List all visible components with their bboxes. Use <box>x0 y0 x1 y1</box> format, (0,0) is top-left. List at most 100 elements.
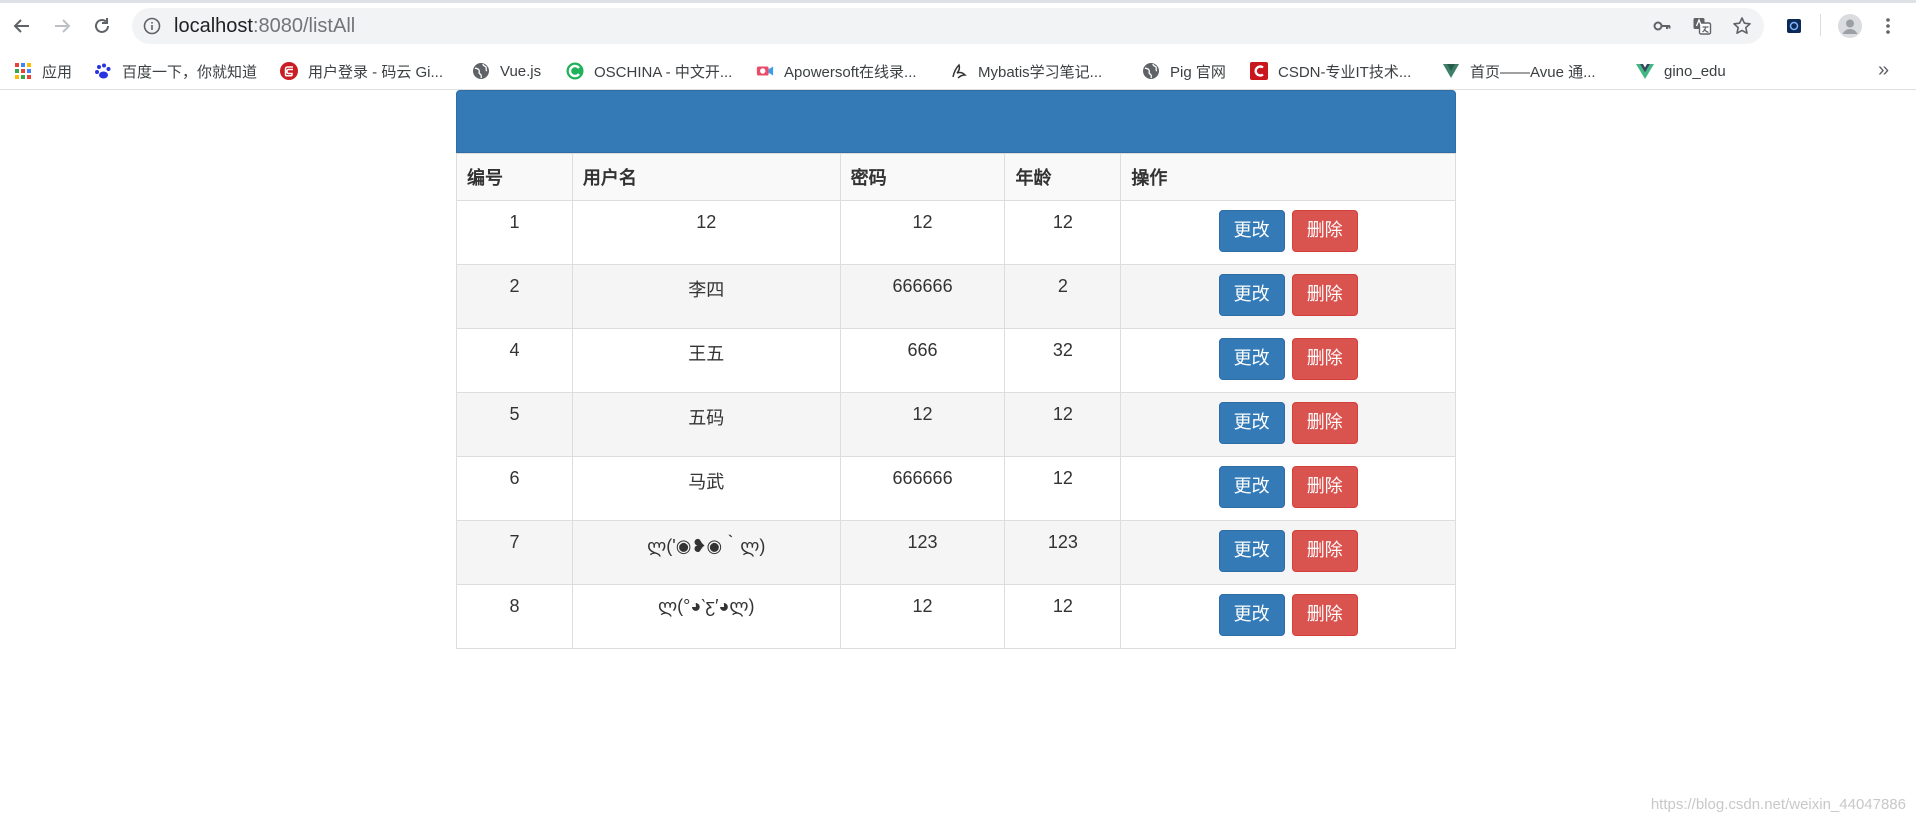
edit-button[interactable]: 更改 <box>1218 274 1285 316</box>
bookmark-gino-edu[interactable]: gino_edu <box>1636 52 1726 90</box>
bookmark-label: 应用 <box>42 63 73 81</box>
reload-button[interactable] <box>88 12 116 40</box>
bookmark-label: Apowersoft在线录... <box>784 63 917 81</box>
oschina-icon <box>566 62 584 80</box>
toolbar-separator <box>1820 14 1821 36</box>
bookmark-pig[interactable]: Pig 官网 <box>1142 52 1226 90</box>
bookmark-label: OSCHINA - 中文开... <box>594 63 733 81</box>
table-row: 4 王五 666 32 更改 删除 <box>456 328 1456 393</box>
cell-username: 12 <box>571 200 841 265</box>
delete-button[interactable]: 删除 <box>1291 530 1358 572</box>
translate-icon[interactable] <box>1692 16 1712 36</box>
edit-button[interactable]: 更改 <box>1218 466 1285 508</box>
cell-id: 8 <box>456 584 573 649</box>
delete-button[interactable]: 删除 <box>1291 402 1358 444</box>
bookmark-oschina[interactable]: OSCHINA - 中文开... <box>566 52 732 90</box>
profile-avatar-button[interactable] <box>1836 12 1864 40</box>
bookmark-label: 用户登录 - 码云 Gi... <box>308 63 444 81</box>
table-header-row: 编号 用户名 密码 年龄 操作 <box>456 153 1456 201</box>
bookmark-label: CSDN-专业IT技术... <box>1278 63 1412 81</box>
cell-age: 12 <box>1004 392 1122 457</box>
cell-username: 马武 <box>571 456 841 521</box>
cell-password: 12 <box>839 392 1006 457</box>
url-text[interactable]: localhost:8080/listAll <box>174 8 355 44</box>
cell-age: 12 <box>1004 200 1122 265</box>
cell-id: 4 <box>456 328 573 393</box>
table-row: 6 马武 666666 12 更改 删除 <box>456 456 1456 521</box>
csdn-icon <box>1250 62 1268 80</box>
extension-button[interactable] <box>1780 12 1808 40</box>
table-row: 2 李四 666666 2 更改 删除 <box>456 264 1456 329</box>
cell-age: 123 <box>1004 520 1122 585</box>
bookmark-mybatis[interactable]: Mybatis学习笔记... <box>950 52 1102 90</box>
delete-button[interactable]: 删除 <box>1291 466 1358 508</box>
avue-icon <box>1442 62 1460 80</box>
cell-age: 12 <box>1004 584 1122 649</box>
edit-button[interactable]: 更改 <box>1218 530 1285 572</box>
bookmark-apowersoft[interactable]: Apowersoft在线录... <box>756 52 917 90</box>
bookmark-label: Pig 官网 <box>1170 63 1226 81</box>
bookmark-label: 首页——Avue 通... <box>1470 63 1596 81</box>
cell-age: 32 <box>1004 328 1122 393</box>
column-header-age: 年龄 <box>1004 153 1122 201</box>
cell-password: 666666 <box>839 264 1006 329</box>
watermark: https://blog.csdn.net/weixin_44047886 <box>1650 796 1906 813</box>
bookmarks-overflow-chevron-icon[interactable]: » <box>1878 52 1889 90</box>
info-icon[interactable] <box>142 16 162 36</box>
bookmarks-bar: 应用 百度一下，你就知道 用户登录 - 码云 Gi... Vue.js OSCH… <box>0 52 1916 90</box>
mybatis-bird-icon <box>950 62 968 80</box>
delete-button[interactable]: 删除 <box>1291 210 1358 252</box>
browser-toolbar: localhost:8080/listAll <box>0 0 1916 52</box>
bookmark-vuejs[interactable]: Vue.js <box>472 52 541 90</box>
delete-button[interactable]: 删除 <box>1291 594 1358 636</box>
url-path: :8080/listAll <box>252 15 356 37</box>
cell-username: 李四 <box>571 264 841 329</box>
cell-actions: 更改 删除 <box>1120 392 1456 457</box>
edit-button[interactable]: 更改 <box>1218 402 1285 444</box>
bookmark-apps[interactable]: 应用 <box>14 52 72 90</box>
password-key-icon[interactable] <box>1652 16 1672 36</box>
baidu-paw-icon <box>94 62 112 80</box>
bookmark-csdn[interactable]: CSDN-专业IT技术... <box>1250 52 1411 90</box>
cell-actions: 更改 删除 <box>1120 328 1456 393</box>
cell-password: 12 <box>839 584 1006 649</box>
column-header-id: 编号 <box>456 153 573 201</box>
edit-button[interactable]: 更改 <box>1218 210 1285 252</box>
cell-id: 2 <box>456 264 573 329</box>
bookmark-label: Vue.js <box>500 62 542 80</box>
edit-button[interactable]: 更改 <box>1218 594 1285 636</box>
cell-username: ლ(°◕‵ƹ′◕ლ) <box>571 584 841 649</box>
forward-button[interactable] <box>48 12 76 40</box>
user-table: 编号 用户名 密码 年龄 操作 1 12 12 12 更改 删除 2 李四 66… <box>456 153 1456 649</box>
delete-button[interactable]: 删除 <box>1291 338 1358 380</box>
delete-button[interactable]: 删除 <box>1291 274 1358 316</box>
bookmark-baidu[interactable]: 百度一下，你就知道 <box>94 52 257 90</box>
column-header-password: 密码 <box>839 153 1006 201</box>
vue-logo-icon <box>1636 62 1654 80</box>
table-row: 8 ლ(°◕‵ƹ′◕ლ) 12 12 更改 删除 <box>456 584 1456 649</box>
star-bookmark-icon[interactable] <box>1732 16 1752 36</box>
more-vertical-icon <box>1886 18 1890 34</box>
table-row: 5 五码 12 12 更改 删除 <box>456 392 1456 457</box>
cell-id: 6 <box>456 456 573 521</box>
tab-strip-edge <box>0 0 1916 3</box>
column-header-actions: 操作 <box>1120 153 1456 201</box>
cell-actions: 更改 删除 <box>1120 456 1456 521</box>
address-bar[interactable]: localhost:8080/listAll <box>132 8 1764 44</box>
cell-actions: 更改 删除 <box>1120 520 1456 585</box>
cell-actions: 更改 删除 <box>1120 264 1456 329</box>
cell-password: 666 <box>839 328 1006 393</box>
bookmark-gitee[interactable]: 用户登录 - 码云 Gi... <box>280 52 443 90</box>
extension-icon <box>1787 19 1801 33</box>
bookmark-avue[interactable]: 首页——Avue 通... <box>1442 52 1596 90</box>
table-row: 1 12 12 12 更改 删除 <box>456 200 1456 265</box>
bookmark-label: 百度一下，你就知道 <box>122 63 258 81</box>
bookmark-label: Mybatis学习笔记... <box>978 63 1103 81</box>
back-button[interactable] <box>8 12 36 40</box>
edit-button[interactable]: 更改 <box>1218 338 1285 380</box>
cell-password: 123 <box>839 520 1006 585</box>
cell-password: 666666 <box>839 456 1006 521</box>
browser-menu-button[interactable] <box>1874 12 1902 40</box>
bookmark-label: gino_edu <box>1664 62 1726 80</box>
panel-heading <box>456 90 1456 153</box>
